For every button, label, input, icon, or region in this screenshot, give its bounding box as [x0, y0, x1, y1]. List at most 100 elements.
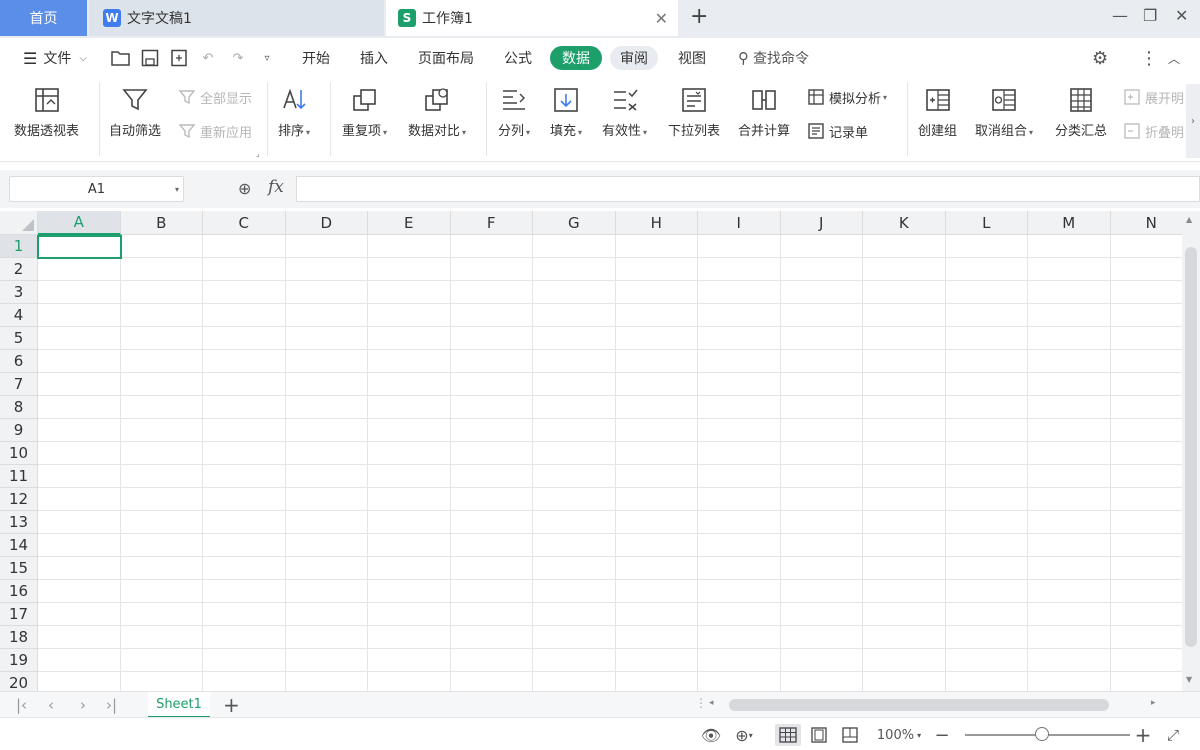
- horizontal-scroll-thumb[interactable]: [729, 699, 1109, 711]
- settings-gear-icon[interactable]: ⚙: [1092, 46, 1108, 70]
- save-icon[interactable]: [139, 47, 161, 69]
- scroll-up-icon[interactable]: ▲: [1186, 215, 1192, 224]
- export-pdf-icon[interactable]: [168, 47, 190, 69]
- column-header-i[interactable]: I: [698, 211, 781, 235]
- column-header-m[interactable]: M: [1028, 211, 1111, 235]
- page-break-view-icon[interactable]: [837, 724, 863, 746]
- scroll-left-icon[interactable]: ◂: [709, 698, 714, 708]
- reapply-button[interactable]: 重新应用: [177, 121, 252, 141]
- sheet-tab-sheet1[interactable]: Sheet1: [148, 692, 210, 718]
- column-header-e[interactable]: E: [368, 211, 451, 235]
- zoom-slider-handle[interactable]: [1035, 727, 1049, 741]
- restore-icon[interactable]: ❐: [1143, 6, 1157, 25]
- row-header-2[interactable]: 2: [0, 258, 38, 281]
- tab-document[interactable]: W 文字文稿1: [89, 0, 384, 36]
- row-header-17[interactable]: 17: [0, 603, 38, 626]
- tab-formula[interactable]: 公式: [504, 46, 532, 70]
- fill-button[interactable]: 填充 ▾: [550, 84, 582, 139]
- column-header-d[interactable]: D: [285, 211, 368, 235]
- tab-insert[interactable]: 插入: [360, 46, 388, 70]
- tab-review[interactable]: 审阅: [610, 46, 658, 70]
- show-all-button[interactable]: 全部显示: [177, 87, 252, 107]
- more-options-icon[interactable]: ⋮: [1140, 46, 1158, 70]
- record-form-button[interactable]: 记录单: [806, 121, 868, 141]
- row-header-3[interactable]: 3: [0, 281, 38, 304]
- fullscreen-icon[interactable]: ⤢: [1163, 724, 1183, 746]
- subtotal-button[interactable]: 分类汇总: [1055, 84, 1107, 139]
- last-sheet-icon[interactable]: ›|: [106, 696, 117, 714]
- prev-sheet-icon[interactable]: ‹: [48, 696, 54, 714]
- vertical-scroll-thumb[interactable]: [1185, 247, 1197, 647]
- row-header-10[interactable]: 10: [0, 442, 38, 465]
- next-sheet-icon[interactable]: ›: [80, 696, 86, 714]
- autofilter-button[interactable]: 自动筛选: [109, 84, 161, 139]
- sort-button[interactable]: 排序 ▾: [278, 84, 310, 139]
- expand-detail-button[interactable]: 展开明: [1122, 87, 1184, 107]
- what-if-analysis-button[interactable]: 模拟分析 ▾: [806, 87, 887, 107]
- row-header-12[interactable]: 12: [0, 488, 38, 511]
- column-header-a[interactable]: A: [38, 211, 121, 235]
- data-compare-button[interactable]: 数据对比 ▾: [408, 84, 466, 139]
- row-header-6[interactable]: 6: [0, 350, 38, 373]
- split-column-button[interactable]: 分列 ▾: [498, 84, 530, 139]
- collapse-detail-button[interactable]: 折叠明: [1122, 121, 1184, 141]
- scroll-down-icon[interactable]: ▼: [1186, 675, 1192, 684]
- column-header-c[interactable]: C: [203, 211, 286, 235]
- row-header-5[interactable]: 5: [0, 327, 38, 350]
- formula-input[interactable]: [296, 176, 1200, 202]
- page-layout-view-icon[interactable]: [806, 724, 832, 746]
- row-header-1[interactable]: 1: [0, 235, 38, 258]
- column-header-n[interactable]: N: [1110, 211, 1182, 235]
- tab-page-layout[interactable]: 页面布局: [418, 46, 474, 70]
- pivot-table-button[interactable]: 数据透视表: [14, 84, 79, 139]
- column-header-h[interactable]: H: [615, 211, 698, 235]
- ungroup-button[interactable]: 取消组合 ▾: [975, 84, 1033, 139]
- add-sheet-icon[interactable]: +: [223, 693, 240, 717]
- open-folder-icon[interactable]: [110, 47, 132, 69]
- new-tab-icon[interactable]: +: [690, 4, 708, 29]
- row-header-15[interactable]: 15: [0, 557, 38, 580]
- zoom-level-dropdown[interactable]: 100% ▾: [874, 724, 924, 746]
- customize-toolbar-icon[interactable]: ▿: [256, 47, 278, 69]
- close-window-icon[interactable]: ✕: [1175, 6, 1188, 25]
- row-header-8[interactable]: 8: [0, 396, 38, 419]
- redo-icon[interactable]: ↷: [227, 47, 249, 69]
- column-header-l[interactable]: L: [945, 211, 1028, 235]
- horizontal-scrollbar[interactable]: ◂ ▸: [705, 698, 1165, 712]
- column-header-g[interactable]: G: [533, 211, 616, 235]
- file-menu[interactable]: ☰ 文件 ⌵: [14, 46, 96, 70]
- column-header-f[interactable]: F: [450, 211, 533, 235]
- zoom-in-icon[interactable]: +: [1135, 723, 1152, 747]
- row-header-18[interactable]: 18: [0, 626, 38, 649]
- row-header-13[interactable]: 13: [0, 511, 38, 534]
- row-header-19[interactable]: 19: [0, 649, 38, 672]
- select-all-corner[interactable]: [0, 211, 38, 235]
- zoom-out-icon[interactable]: −: [934, 724, 950, 746]
- reading-mode-icon[interactable]: ⊕ ▾: [728, 724, 760, 746]
- create-group-button[interactable]: 创建组: [918, 84, 957, 139]
- eye-protection-icon[interactable]: 👁: [700, 724, 722, 746]
- dropdown-list-button[interactable]: 下拉列表: [668, 84, 720, 139]
- collapse-ribbon-icon[interactable]: ︿: [1168, 46, 1180, 70]
- duplicates-button[interactable]: 重复项 ▾: [342, 84, 387, 139]
- column-header-k[interactable]: K: [863, 211, 946, 235]
- row-header-4[interactable]: 4: [0, 304, 38, 327]
- row-header-20[interactable]: 20: [0, 672, 38, 691]
- row-header-16[interactable]: 16: [0, 580, 38, 603]
- column-header-b[interactable]: B: [120, 211, 203, 235]
- filter-dialog-launcher-icon[interactable]: ⌟: [256, 149, 260, 158]
- vertical-scrollbar[interactable]: ▲ ▼: [1182, 211, 1200, 691]
- row-header-7[interactable]: 7: [0, 373, 38, 396]
- zoom-lookup-icon[interactable]: ⊕: [238, 179, 251, 198]
- tab-home[interactable]: 首页: [0, 0, 87, 36]
- tab-data[interactable]: 数据: [550, 46, 602, 70]
- tab-workbook[interactable]: S 工作簿1 ✕: [386, 0, 678, 36]
- column-header-j[interactable]: J: [780, 211, 863, 235]
- spreadsheet-grid[interactable]: A B C D E F G H I J K L M N 1 2 3 4 5 6 7 8 9 10 11 12 13 14 15 16 17 1…: [0, 211, 1182, 691]
- close-tab-icon[interactable]: ✕: [655, 9, 668, 28]
- active-cell-a1[interactable]: [37, 235, 122, 259]
- undo-icon[interactable]: ↶: [197, 47, 219, 69]
- validity-button[interactable]: 有效性 ▾: [602, 84, 647, 139]
- row-header-14[interactable]: 14: [0, 534, 38, 557]
- name-box[interactable]: A1 ▾: [9, 176, 184, 202]
